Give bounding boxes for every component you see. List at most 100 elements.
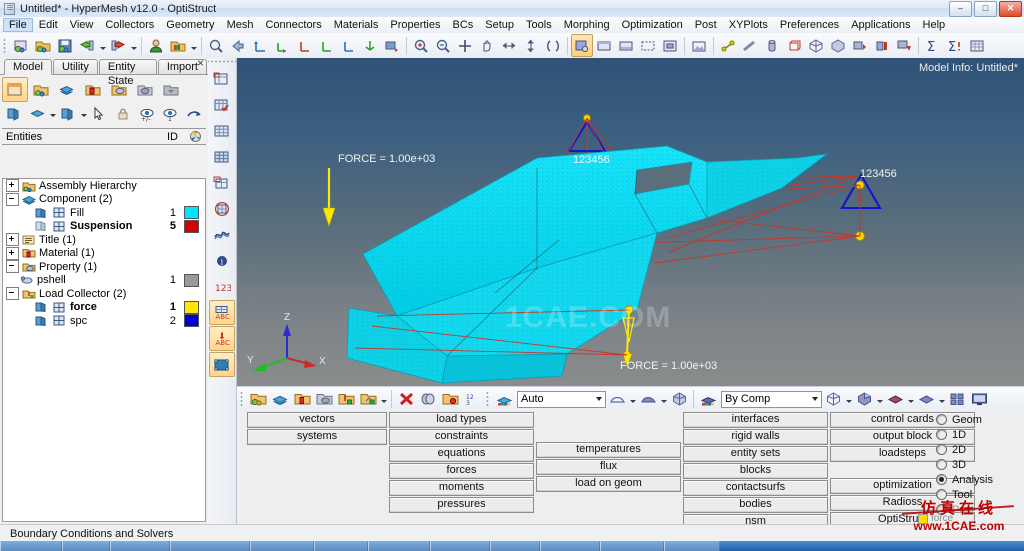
lowtool-grip-1[interactable] xyxy=(239,390,245,408)
menu-setup[interactable]: Setup xyxy=(479,18,520,32)
color-swatch[interactable] xyxy=(184,273,199,287)
component-organize-icon[interactable] xyxy=(247,388,269,411)
radio-3d[interactable]: 3D xyxy=(936,457,1020,472)
mesh-down-icon[interactable] xyxy=(893,34,915,57)
summation-icon[interactable]: Σ xyxy=(922,34,944,57)
import-icon[interactable] xyxy=(76,34,98,57)
color-swatch[interactable] xyxy=(184,314,199,328)
radio-analysis[interactable]: Analysis xyxy=(936,472,1020,487)
maximize-button[interactable]: □ xyxy=(974,1,997,17)
property-collector-icon[interactable] xyxy=(313,388,335,411)
mesh-red-icon[interactable] xyxy=(849,34,871,57)
rotate-free-icon[interactable] xyxy=(542,34,564,57)
view-zyx-icon[interactable] xyxy=(337,34,359,57)
save-model-icon[interactable] xyxy=(54,34,76,57)
visualization-shaded-icon[interactable] xyxy=(571,34,593,57)
visualization-hidden-icon[interactable] xyxy=(615,34,637,57)
tree-row-pshell[interactable]: pshell 1 xyxy=(3,273,205,288)
tree-row-fill[interactable]: Fill 1 xyxy=(3,206,205,220)
info-icon[interactable]: i xyxy=(209,248,235,273)
shaded-box-icon[interactable] xyxy=(853,388,875,411)
mask-grid-icon[interactable] xyxy=(209,170,235,195)
hand-pan-icon[interactable] xyxy=(476,34,498,57)
shaded-surface-arrow[interactable] xyxy=(659,389,668,410)
menu-view[interactable]: View xyxy=(64,18,100,32)
box-iso-icon[interactable] xyxy=(805,34,827,57)
zoom-in-icon[interactable] xyxy=(410,34,432,57)
expander-icon[interactable] xyxy=(6,260,19,274)
cylinder-icon[interactable] xyxy=(761,34,783,57)
expander-icon[interactable] xyxy=(6,287,19,301)
mask-entities-icon[interactable] xyxy=(417,388,439,411)
menu-mesh[interactable]: Mesh xyxy=(221,18,260,32)
chevron-down-icon[interactable] xyxy=(808,393,821,406)
panel-btn-load-types[interactable]: load types xyxy=(389,412,534,428)
tab-model[interactable]: Model xyxy=(4,59,52,75)
mask-icon[interactable] xyxy=(209,66,235,91)
view-yx-icon[interactable] xyxy=(271,34,293,57)
view-zx-icon[interactable] xyxy=(293,34,315,57)
menu-connectors[interactable]: Connectors xyxy=(259,18,327,32)
visualization-select-icon[interactable] xyxy=(637,34,659,57)
surface-shade-arrow[interactable] xyxy=(937,389,946,410)
elements-icon[interactable] xyxy=(209,118,235,143)
entity-tree[interactable]: Assembly Hierarchy Component (2) Fill 1 … xyxy=(2,178,206,522)
radio-geom[interactable]: Geom xyxy=(936,412,1020,427)
node-edit-icon[interactable] xyxy=(717,34,739,57)
load-collector-create-icon[interactable] xyxy=(335,388,357,411)
graphics-viewport[interactable]: Z Y X Model Info: Untitled* 123456 12345… xyxy=(237,58,1024,386)
panel-btn-contactsurfs[interactable]: contactsurfs xyxy=(683,480,828,496)
expander-icon[interactable] xyxy=(6,192,19,206)
panel-btn-flux[interactable]: flux xyxy=(536,459,681,475)
display-mode-icon[interactable] xyxy=(697,388,719,411)
element-group-icon[interactable] xyxy=(946,388,968,411)
tree-row-title[interactable]: Title (1) xyxy=(3,233,205,247)
tree-row-spc[interactable]: spc 2 xyxy=(3,314,205,328)
component-filter-icon[interactable] xyxy=(54,77,80,102)
color-wheel-icon[interactable] xyxy=(184,131,206,142)
close-panel-icon[interactable]: × xyxy=(197,57,204,69)
menu-bcs[interactable]: BCs xyxy=(447,18,480,32)
tree-row-suspension[interactable]: Suspension 5 xyxy=(3,219,205,234)
panel-btn-interfaces[interactable]: interfaces xyxy=(683,412,828,428)
view-iso-icon[interactable] xyxy=(359,34,381,57)
zoom-vertical-icon[interactable] xyxy=(520,34,542,57)
expander-icon[interactable] xyxy=(6,179,19,193)
panel-btn-vectors[interactable]: vectors xyxy=(247,412,387,428)
shaded-box-arrow[interactable] xyxy=(875,389,884,410)
open-model-icon[interactable] xyxy=(32,34,54,57)
panel-btn-rigid-walls[interactable]: rigid walls xyxy=(683,429,828,445)
menu-morphing[interactable]: Morphing xyxy=(558,18,616,32)
solid-geometry-icon[interactable] xyxy=(668,388,690,411)
display-elements-arrow[interactable] xyxy=(49,102,56,125)
display-geometry-arrow[interactable] xyxy=(80,102,87,125)
display-combo[interactable]: By Comp xyxy=(721,390,822,408)
user-profile-icon[interactable] xyxy=(145,34,167,57)
radio-1d[interactable]: 1D xyxy=(936,427,1020,442)
panel-btn-entity-sets[interactable]: entity sets xyxy=(683,446,828,462)
mode-combo[interactable]: Auto xyxy=(517,390,606,408)
shaded-geometry-arrow[interactable] xyxy=(628,389,637,410)
renumber-icon[interactable]: 12 3 xyxy=(461,388,483,411)
menu-post[interactable]: Post xyxy=(689,18,723,32)
system-collector-icon[interactable] xyxy=(357,388,379,411)
surface-shade-icon[interactable] xyxy=(915,388,937,411)
assembly-filter-icon[interactable] xyxy=(28,77,54,102)
material-collector-icon[interactable] xyxy=(291,388,313,411)
view-xy-icon[interactable] xyxy=(249,34,271,57)
color-mode-icon[interactable] xyxy=(493,388,515,411)
panel-btn-temperatures[interactable]: temperatures xyxy=(536,442,681,458)
export-icon[interactable] xyxy=(107,34,129,57)
menu-help[interactable]: Help xyxy=(917,18,952,32)
panel-btn-forces[interactable]: forces xyxy=(389,463,534,479)
panel-btn-moments[interactable]: moments xyxy=(389,480,534,496)
numbers-icon[interactable]: 123 xyxy=(209,274,235,299)
display-component-icon[interactable] xyxy=(2,101,26,126)
new-model-icon[interactable] xyxy=(10,34,32,57)
tab-utility[interactable]: Utility xyxy=(52,59,98,74)
feature-line-icon[interactable] xyxy=(884,388,906,411)
summation-alt-icon[interactable]: Σ xyxy=(944,34,966,57)
check-elems-icon[interactable] xyxy=(209,92,235,117)
capture-image-icon[interactable] xyxy=(688,34,710,57)
zoom-horizontal-icon[interactable] xyxy=(498,34,520,57)
